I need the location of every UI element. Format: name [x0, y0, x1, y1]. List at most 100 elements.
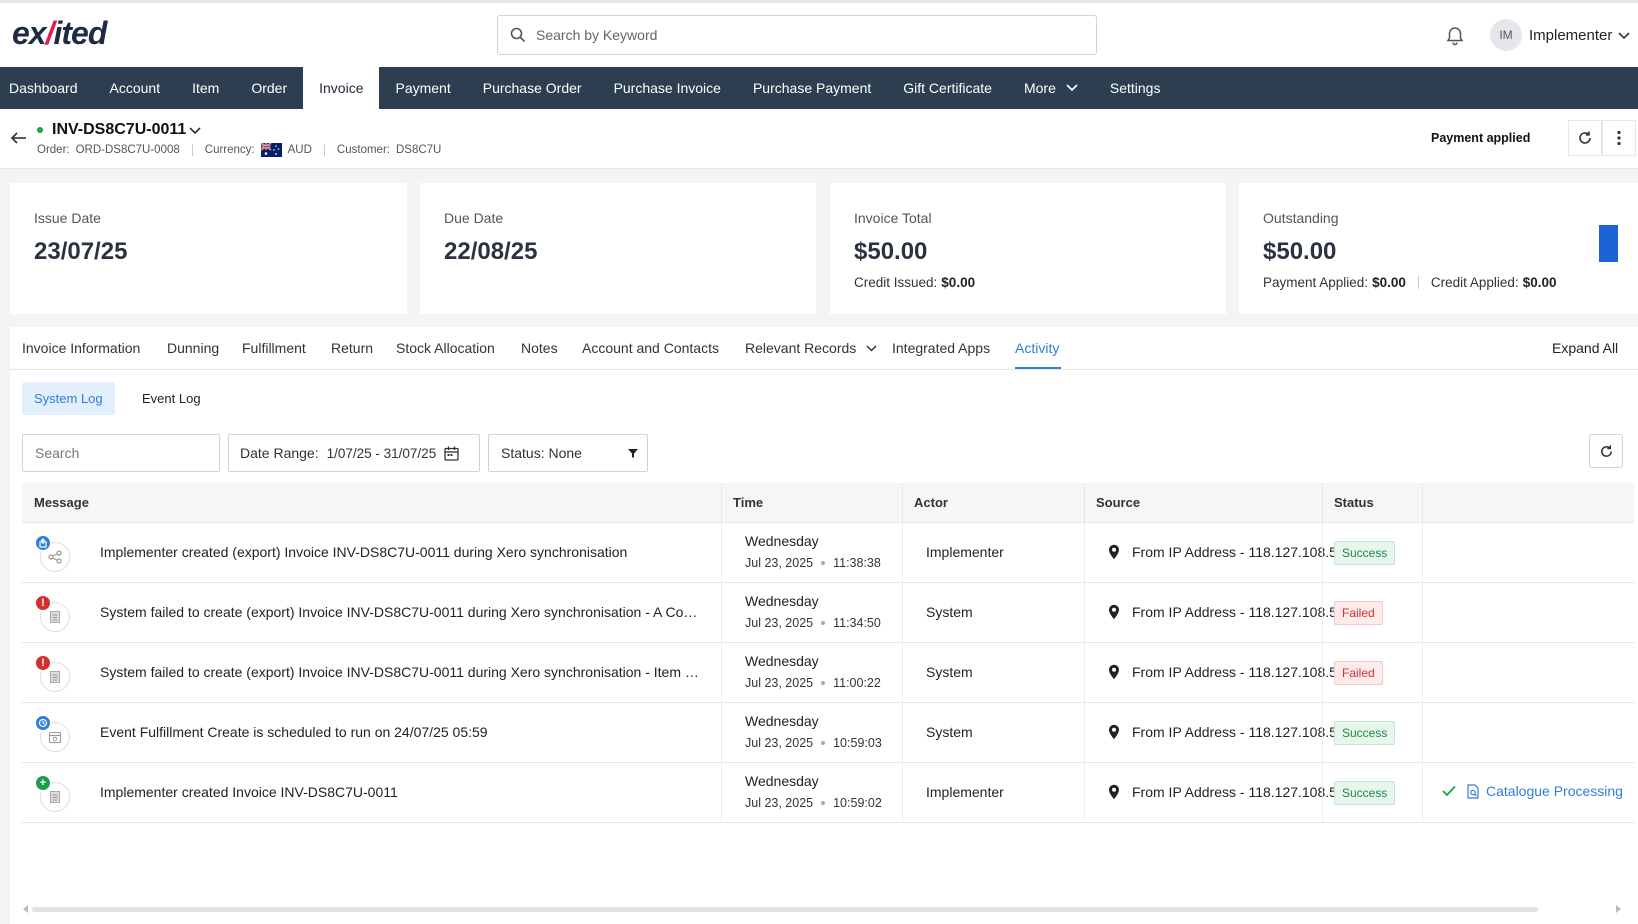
row-source-text: From IP Address - 118.127.108.5: [1132, 544, 1337, 560]
table-refresh-button[interactable]: [1589, 434, 1623, 468]
calendar-icon[interactable]: [444, 446, 459, 461]
separator-dot: [821, 561, 826, 565]
due-date-card: Due Date 22/08/25: [420, 183, 816, 314]
back-arrow-icon[interactable]: [10, 131, 28, 145]
activity-search-input[interactable]: [22, 434, 220, 472]
separator-dot: [821, 801, 826, 805]
tab-invoice-information[interactable]: Invoice Information: [22, 340, 140, 356]
row-source: From IP Address - 118.127.108.5: [1108, 604, 1338, 620]
date-range-filter[interactable]: Date Range: 1/07/25 - 31/07/25: [228, 434, 480, 472]
row-icon: !: [34, 594, 72, 632]
invoice-total-card: Invoice Total $50.00 Credit Issued: $0.00: [830, 183, 1226, 314]
calendar-icon: [48, 731, 62, 744]
tab-stock-allocation[interactable]: Stock Allocation: [396, 340, 495, 356]
user-name[interactable]: Implementer: [1529, 27, 1612, 44]
nav-account[interactable]: Account: [94, 67, 177, 109]
bell-icon[interactable]: [1444, 25, 1466, 47]
outstanding-card: Outstanding $50.00 Payment Applied: $0.00…: [1239, 183, 1638, 314]
tab-account-and-contacts[interactable]: Account and Contacts: [582, 340, 719, 356]
nav-dashboard[interactable]: Dashboard: [0, 67, 94, 109]
column-divider: [721, 643, 722, 703]
system-log-toggle[interactable]: System Log: [22, 382, 115, 415]
column-time[interactable]: Time: [733, 495, 763, 510]
column-message[interactable]: Message: [34, 495, 89, 510]
column-divider: [721, 583, 722, 643]
nav-purchase-order[interactable]: Purchase Order: [467, 67, 598, 109]
tab-notes[interactable]: Notes: [521, 340, 558, 356]
tab-return[interactable]: Return: [331, 340, 373, 356]
refresh-icon: [1600, 444, 1612, 457]
row-source-text: From IP Address - 118.127.108.5: [1132, 604, 1337, 620]
nav-gift-certificate[interactable]: Gift Certificate: [887, 67, 1008, 109]
global-search-input[interactable]: [536, 27, 1076, 43]
event-log-toggle[interactable]: Event Log: [130, 382, 213, 415]
catalogue-processing-label: Catalogue Processing: [1486, 783, 1623, 799]
row-message: Event Fulfillment Create is scheduled to…: [100, 724, 488, 740]
refresh-button[interactable]: [1568, 120, 1602, 156]
customer-value[interactable]: DS8C7U: [396, 144, 441, 156]
order-value[interactable]: ORD-DS8C7U-0008: [76, 144, 180, 156]
credit-issued: Credit Issued: $0.00: [854, 275, 975, 290]
row-message: System failed to create (export) Invoice…: [100, 664, 700, 680]
invoice-tabs: Invoice Information Dunning Fulfillment …: [10, 327, 1638, 370]
column-status[interactable]: Status: [1334, 495, 1374, 510]
nav-item[interactable]: Item: [176, 67, 235, 109]
customer-label: Customer:: [336, 144, 390, 156]
row-day: Wednesday: [745, 533, 819, 549]
exsited-logo[interactable]: ex/ited: [12, 15, 107, 52]
column-divider: [1422, 763, 1423, 823]
tab-relevant-records[interactable]: Relevant Records: [745, 340, 877, 356]
row-datetime: Jul 23, 2025 10:59:03: [745, 736, 882, 750]
nav-more[interactable]: More: [1008, 67, 1094, 109]
tab-integrated-apps[interactable]: Integrated Apps: [892, 340, 990, 356]
table-row[interactable]: Implementer created (export) Invoice INV…: [22, 523, 1634, 583]
nav-purchase-invoice[interactable]: Purchase Invoice: [598, 67, 737, 109]
catalogue-processing-link[interactable]: Catalogue Processing: [1442, 783, 1623, 799]
column-divider: [902, 763, 903, 823]
status-filter[interactable]: Status: None: [488, 434, 648, 472]
nav-settings[interactable]: Settings: [1094, 67, 1177, 109]
user-avatar[interactable]: IM: [1490, 19, 1522, 51]
column-source[interactable]: Source: [1096, 495, 1140, 510]
document-icon: [50, 671, 60, 683]
row-datetime: Jul 23, 2025 11:38:38: [745, 556, 881, 570]
row-source-text: From IP Address - 118.127.108.5: [1132, 724, 1337, 740]
column-divider: [1322, 523, 1323, 583]
chevron-down-icon[interactable]: [189, 127, 201, 135]
horizontal-scrollbar[interactable]: [32, 907, 1538, 912]
scroll-right-arrow[interactable]: [1616, 905, 1621, 913]
nav-purchase-payment[interactable]: Purchase Payment: [737, 67, 887, 109]
due-date-value: 22/08/25: [444, 238, 538, 265]
invoice-status-text: Payment applied: [1431, 131, 1531, 145]
kebab-menu-icon: [1617, 130, 1621, 146]
row-date: Jul 23, 2025: [745, 736, 814, 750]
row-source-text: From IP Address - 118.127.108.5: [1132, 784, 1337, 800]
outstanding-label: Outstanding: [1263, 210, 1339, 226]
table-row[interactable]: + Implementer created Invoice INV-DS8C7U…: [22, 763, 1634, 823]
document-search-icon: [1467, 783, 1479, 799]
nav-order[interactable]: Order: [235, 67, 303, 109]
table-row[interactable]: ! System failed to create (export) Invoi…: [22, 583, 1634, 643]
row-time: 10:59:02: [833, 796, 882, 810]
more-options-button[interactable]: [1602, 120, 1636, 156]
share-icon: [48, 550, 62, 564]
tab-dunning[interactable]: Dunning: [167, 340, 219, 356]
tab-fulfillment[interactable]: Fulfillment: [242, 340, 306, 356]
column-divider: [721, 703, 722, 763]
nav-payment[interactable]: Payment: [379, 67, 466, 109]
table-row[interactable]: ! System failed to create (export) Invoi…: [22, 643, 1634, 703]
column-actor[interactable]: Actor: [914, 495, 948, 510]
scroll-left-arrow[interactable]: [23, 905, 28, 913]
table-row[interactable]: Event Fulfillment Create is scheduled to…: [22, 703, 1634, 763]
search-icon: [510, 27, 526, 43]
filter-icon: [628, 449, 638, 458]
row-time: 11:38:38: [833, 556, 881, 570]
column-divider: [1422, 483, 1423, 523]
global-search[interactable]: [497, 15, 1097, 55]
issue-date-card: Issue Date 23/07/25: [10, 183, 407, 314]
chevron-down-icon[interactable]: [1618, 32, 1630, 40]
nav-invoice[interactable]: Invoice: [303, 67, 380, 109]
checkmark-icon: [1442, 785, 1456, 797]
tab-activity[interactable]: Activity: [1015, 340, 1059, 356]
expand-all-button[interactable]: Expand All: [1552, 340, 1618, 356]
